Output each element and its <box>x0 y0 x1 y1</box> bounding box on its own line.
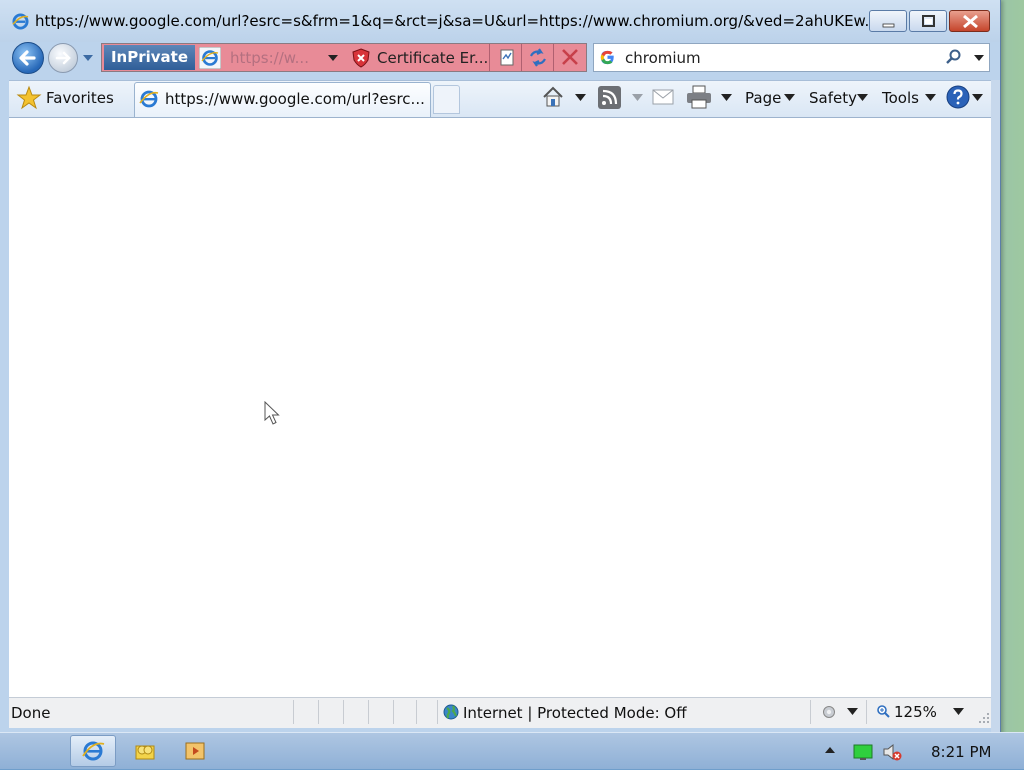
home-icon[interactable] <box>541 85 565 109</box>
divider <box>343 700 344 724</box>
certificate-error-icon[interactable] <box>352 48 370 68</box>
divider <box>368 700 369 724</box>
divider <box>521 44 522 71</box>
new-tab-button[interactable] <box>433 85 460 114</box>
chevron-down-icon[interactable] <box>972 94 983 101</box>
divider <box>318 700 319 724</box>
star-icon[interactable] <box>16 85 42 111</box>
ie-icon <box>82 741 105 761</box>
safety-menu[interactable]: Safety <box>809 89 857 107</box>
mouse-cursor-icon <box>264 401 280 425</box>
security-zone[interactable]: Internet | Protected Mode: Off <box>463 704 687 722</box>
ie-icon <box>12 13 29 30</box>
forward-button[interactable] <box>48 43 78 73</box>
window-title: https://www.google.com/url?esrc=s&frm=1&… <box>35 12 879 30</box>
search-icon[interactable] <box>945 48 963 66</box>
chevron-up-icon[interactable] <box>824 746 836 754</box>
stop-icon[interactable] <box>556 45 584 70</box>
system-clock[interactable]: 8:21 PM <box>931 743 991 761</box>
chevron-down-icon[interactable] <box>575 94 586 101</box>
divider <box>416 700 417 724</box>
media-icon[interactable] <box>185 742 205 760</box>
rss-icon[interactable] <box>598 86 621 109</box>
zoom-level[interactable]: 125% <box>894 703 937 721</box>
chevron-down-icon[interactable] <box>721 94 732 101</box>
zoom-icon[interactable] <box>876 704 890 718</box>
chevron-down-icon[interactable] <box>847 708 858 715</box>
minimize-button[interactable] <box>869 10 907 32</box>
back-icon <box>19 50 36 66</box>
recent-pages-dropdown[interactable] <box>82 53 94 63</box>
divider <box>866 700 867 724</box>
search-options-dropdown[interactable] <box>973 54 985 62</box>
divider <box>553 44 554 71</box>
certificate-error-label[interactable]: Certificate Er... <box>377 49 488 67</box>
chevron-down-icon[interactable] <box>784 94 795 101</box>
help-icon[interactable] <box>946 85 970 109</box>
divider <box>489 44 490 71</box>
tools-menu[interactable]: Tools <box>882 89 919 107</box>
chevron-down-icon[interactable] <box>327 54 339 62</box>
print-icon[interactable] <box>686 85 712 109</box>
divider <box>437 700 438 724</box>
chevron-down-icon[interactable] <box>632 94 643 101</box>
taskbar-ie-button[interactable] <box>70 735 116 767</box>
search-input[interactable]: chromium <box>625 49 701 67</box>
divider <box>393 700 394 724</box>
resize-grip-icon[interactable] <box>978 712 990 724</box>
network-icon[interactable] <box>853 742 873 762</box>
gear-icon[interactable] <box>820 703 840 721</box>
refresh-icon[interactable] <box>524 45 552 70</box>
address-url[interactable]: https://w... <box>230 49 309 67</box>
back-button[interactable] <box>12 42 44 74</box>
maximize-icon <box>922 15 935 27</box>
favorites-button[interactable]: Favorites <box>46 89 114 107</box>
minimize-icon <box>882 23 895 28</box>
divider <box>810 700 811 724</box>
tab-title[interactable]: https://www.google.com/url?esrc... <box>165 90 425 108</box>
chevron-down-icon[interactable] <box>925 94 936 101</box>
compatibility-view-icon[interactable] <box>494 45 520 70</box>
status-text: Done <box>11 704 51 722</box>
chevron-down-icon[interactable] <box>953 708 964 715</box>
ie-icon <box>199 47 221 69</box>
volume-muted-icon[interactable] <box>882 742 902 762</box>
inprivate-badge: InPrivate <box>104 45 195 70</box>
explorer-icon[interactable] <box>134 740 156 762</box>
page-content[interactable] <box>9 117 991 698</box>
page-menu[interactable]: Page <box>745 89 781 107</box>
close-button[interactable] <box>949 10 990 32</box>
globe-icon <box>443 704 459 720</box>
google-icon <box>600 50 614 65</box>
window-border <box>991 80 1000 735</box>
close-icon <box>963 14 978 29</box>
divider <box>293 700 294 724</box>
mail-icon[interactable] <box>652 88 674 106</box>
forward-icon <box>55 51 71 65</box>
ie-icon <box>139 90 159 108</box>
maximize-button[interactable] <box>909 10 947 32</box>
chevron-down-icon[interactable] <box>857 94 868 101</box>
